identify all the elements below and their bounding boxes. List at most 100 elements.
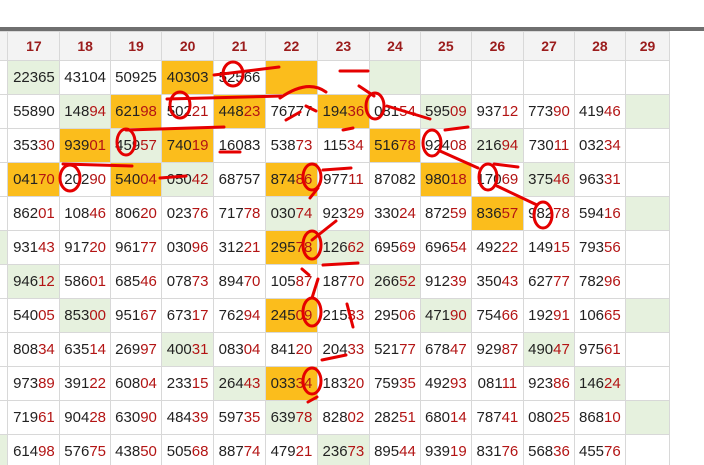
result-last-digits: 94: [501, 137, 519, 154]
result-cell: [624, 298, 671, 333]
result-number: 895: [374, 443, 400, 460]
result-number: 216: [476, 137, 502, 154]
result-number: 215: [322, 307, 348, 324]
result-number: 391: [64, 375, 90, 392]
column-header: 28: [573, 31, 626, 61]
result-cell: [624, 60, 671, 95]
result-cell: 76294: [213, 298, 266, 333]
result-number: 912: [424, 273, 451, 290]
result-number: 149: [528, 239, 554, 256]
result-cell: 82802: [316, 400, 370, 435]
result-number: 754: [476, 307, 502, 324]
result-cell: 68757: [213, 162, 266, 197]
result-last-digits: 54: [450, 239, 467, 256]
result-cell: 62198: [109, 94, 163, 129]
table-row: 8204170202905400405042687578748697711870…: [0, 162, 671, 197]
result-number: 183: [322, 375, 348, 392]
result-cell: [420, 60, 472, 95]
result-number: 836: [476, 205, 502, 222]
result-cell: 29506: [368, 298, 422, 333]
result-cell: 45576: [573, 434, 626, 465]
column-header: 25: [420, 31, 472, 61]
result-cell: [624, 264, 671, 299]
result-last-digits: 54: [399, 103, 416, 120]
column-header: 24: [368, 31, 422, 61]
result-last-digits: 09: [450, 103, 467, 120]
result-cell: 87486: [265, 162, 318, 197]
result-cell: 63978: [265, 400, 318, 435]
result-cell: 35330: [7, 128, 61, 163]
result-number: 030: [270, 205, 296, 222]
result-number: 148: [64, 103, 90, 120]
result-last-digits: 66: [501, 307, 519, 324]
result-last-digits: 20: [89, 239, 107, 256]
result-cell: 03334: [265, 366, 318, 401]
result-last-digits: 30: [38, 137, 55, 154]
result-last-digits: 78: [243, 205, 261, 222]
result-last-digits: 96: [191, 239, 209, 256]
result-last-digits: 43: [243, 375, 261, 392]
result-number: 568: [528, 443, 554, 460]
result-number: 126: [322, 239, 348, 256]
result-cell: 71961: [7, 400, 61, 435]
result-cell: 23315: [161, 366, 215, 401]
column-header: 29: [624, 31, 671, 61]
result-number: 576: [64, 443, 90, 460]
result-number: 081: [374, 103, 400, 120]
result-cell: 68546: [109, 264, 163, 299]
result-last-digits: 10: [604, 409, 621, 426]
result-cell: 45957: [109, 128, 163, 163]
result-cell: 58601: [59, 264, 111, 299]
results-table: 1617181920212223242526272829 24223654310…: [0, 31, 671, 465]
result-cell: [624, 128, 671, 163]
table-row: 9961498576754385050568887744792123673895…: [0, 434, 671, 465]
result-number: 937: [476, 103, 502, 120]
result-last-digits: 69: [399, 239, 416, 256]
result-cell: 47190: [420, 298, 472, 333]
result-last-digits: 70: [243, 273, 261, 290]
result-number: 717: [218, 205, 244, 222]
result-cell: 47921: [265, 434, 318, 465]
column-header: 19: [109, 31, 163, 61]
result-last-digits: 05: [38, 307, 55, 324]
result-last-digits: 51: [399, 409, 416, 426]
result-last-digits: 11: [348, 171, 364, 188]
result-number: 502: [166, 103, 192, 120]
result-last-digits: 43: [38, 239, 55, 256]
result-number: 187: [322, 273, 348, 290]
result-cell: 59416: [573, 196, 626, 231]
result-number: 696: [424, 239, 451, 256]
lottery-results-page: 1617181920212223242526272829 24223654310…: [0, 0, 704, 465]
result-cell: 80834: [7, 332, 61, 367]
result-cell: [470, 60, 525, 95]
result-cell: 19291: [523, 298, 575, 333]
result-number: 975: [579, 341, 605, 358]
result-last-digits: 73: [295, 137, 313, 154]
result-number: 080: [528, 409, 554, 426]
result-cell: 26997: [109, 332, 163, 367]
result-cell: 40303: [161, 60, 215, 95]
result-number: 202: [64, 171, 90, 188]
result-number: 041: [13, 171, 39, 188]
result-number: 977: [323, 171, 349, 188]
result-cell: 24509: [265, 298, 318, 333]
result-number: 762: [218, 307, 244, 324]
result-cell: 24: [0, 60, 9, 95]
result-number: 961: [115, 239, 141, 256]
result-last-digits: 78: [553, 205, 570, 222]
result-last-digits: 12: [501, 103, 519, 120]
result-number: 233: [166, 375, 192, 392]
result-cell: [573, 60, 626, 95]
result-last-digits: 87: [501, 341, 519, 358]
result-number: 730: [528, 137, 554, 154]
result-last-digits: 31: [604, 171, 621, 188]
result-last-digits: 04: [140, 375, 157, 392]
result-number: 68757: [218, 171, 261, 188]
result-number: 295: [270, 239, 296, 256]
result-number: 923: [322, 205, 348, 222]
result-last-digits: 18: [450, 171, 467, 188]
result-cell: 49222: [470, 230, 525, 265]
result-cell: 14624: [573, 366, 626, 401]
result-last-digits: 47: [450, 341, 467, 358]
result-cell: 92329: [316, 196, 370, 231]
